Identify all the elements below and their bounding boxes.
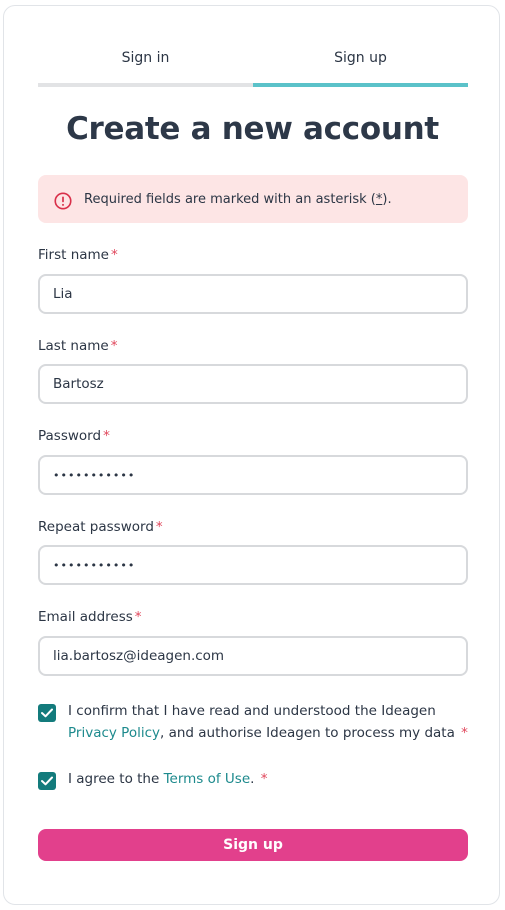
sign-up-button[interactable]: Sign up (38, 829, 468, 861)
required-marker: * (110, 338, 118, 354)
required-marker: * (111, 247, 118, 263)
required-marker: * (260, 771, 268, 787)
privacy-checkbox[interactable] (38, 704, 56, 722)
terms-checkbox[interactable] (38, 772, 56, 790)
checkmark-icon (41, 776, 53, 786)
required-marker: * (134, 609, 142, 625)
tab-sign-up[interactable]: Sign up (253, 40, 468, 87)
alert-circle-icon (54, 192, 72, 210)
repeat-password-label: Repeat password * (38, 519, 163, 535)
privacy-policy-link[interactable]: Privacy Policy (68, 725, 160, 741)
email-label: Email address * (38, 609, 142, 625)
password-field[interactable] (38, 455, 468, 495)
page-title: Create a new account (66, 111, 439, 147)
terms-of-use-link[interactable]: Terms of Use (164, 771, 251, 787)
password-label: Password * (38, 428, 110, 444)
privacy-consent: I confirm that I have read and understoo… (38, 700, 468, 744)
terms-consent-text: I agree to the Terms of Use. * (68, 771, 268, 787)
privacy-consent-text: I confirm that I have read and understoo… (68, 703, 468, 741)
required-marker: * (155, 519, 163, 535)
checkmark-icon (41, 708, 53, 718)
repeat-password-field[interactable] (38, 545, 468, 585)
auth-tabs: Sign in Sign up (38, 40, 468, 87)
terms-consent: I agree to the Terms of Use. * (38, 768, 468, 790)
last-name-field[interactable] (38, 364, 468, 404)
first-name-field[interactable] (38, 274, 468, 314)
first-name-label: First name * (38, 247, 118, 263)
alert-text: Required fields are marked with an aster… (84, 191, 392, 207)
tab-sign-in[interactable]: Sign in (38, 40, 253, 87)
last-name-label: Last name * (38, 338, 118, 354)
email-field[interactable] (38, 636, 468, 676)
required-marker: * (103, 428, 110, 444)
required-marker: * (461, 725, 468, 741)
required-fields-alert: Required fields are marked with an aster… (38, 175, 468, 223)
